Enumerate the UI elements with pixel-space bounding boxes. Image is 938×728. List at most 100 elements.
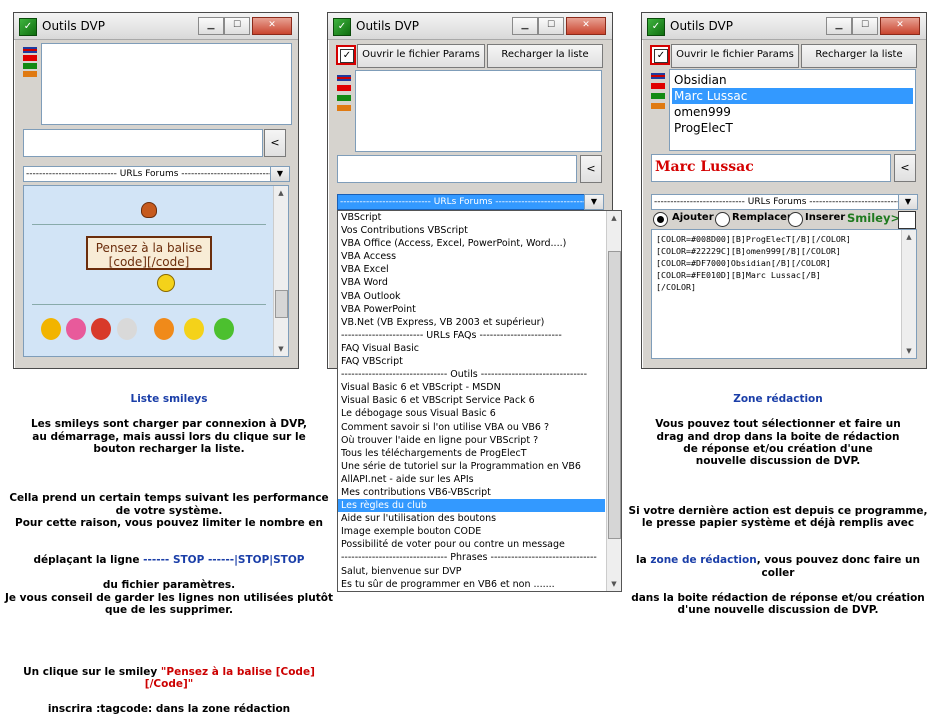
- dropdown-item[interactable]: Aide sur l'utilisation des boutons: [338, 512, 605, 525]
- member-item[interactable]: Marc Lussac: [672, 88, 913, 104]
- dropdown-item[interactable]: VB.Net (VB Express, VB 2003 et supérieur…: [338, 316, 605, 329]
- chevron-down-icon[interactable]: ▼: [898, 194, 918, 210]
- members-list[interactable]: Obsidian Marc Lussac omen999 ProgElecT: [669, 69, 916, 151]
- open-params-button[interactable]: Ouvrir le fichier Params: [671, 44, 799, 68]
- flag-uk-icon[interactable]: [23, 47, 37, 53]
- maximize-button[interactable]: ☐: [224, 17, 250, 35]
- member-item[interactable]: omen999: [672, 104, 913, 120]
- smiley-icon[interactable]: [66, 318, 86, 340]
- smiley-icon[interactable]: [184, 318, 204, 340]
- radio-replace[interactable]: [715, 212, 730, 227]
- dropdown-item[interactable]: Où trouver l'aide en ligne pour VBScript…: [338, 434, 605, 447]
- minimize-button[interactable]: ▁: [512, 17, 538, 35]
- dropdown-item[interactable]: Tous les téléchargements de ProgElecT: [338, 447, 605, 460]
- caption-left-p4-pre: Un clique sur le smiley: [23, 665, 161, 678]
- name-field[interactable]: [23, 129, 263, 157]
- dropdown-item[interactable]: Visual Basic 6 et VBScript - MSDN: [338, 381, 605, 394]
- urls-combo[interactable]: ---------------------------- URLs Forums…: [651, 194, 905, 210]
- reload-list-button[interactable]: Recharger la liste: [487, 44, 603, 68]
- member-item[interactable]: ProgElecT: [672, 120, 913, 136]
- dropdown-item[interactable]: Salut, bienvenue sur DVP: [338, 565, 605, 578]
- flag-orange-icon[interactable]: [651, 103, 665, 109]
- toggle-checkbox[interactable]: ✓: [650, 45, 670, 65]
- insert-button[interactable]: <: [264, 129, 286, 157]
- dropdown-item[interactable]: Visual Basic 6 et VBScript Service Pack …: [338, 394, 605, 407]
- urls-combo[interactable]: ---------------------------- URLs Forums…: [23, 166, 277, 182]
- scroll-thumb[interactable]: [275, 290, 288, 318]
- scroll-down-icon[interactable]: ▼: [274, 342, 288, 356]
- maximize-button[interactable]: ☐: [538, 17, 564, 35]
- name-field[interactable]: Marc Lussac: [651, 154, 891, 182]
- reload-list-button[interactable]: Recharger la liste: [801, 44, 917, 68]
- dropdown-item[interactable]: ------------------------------- Outils -…: [338, 368, 605, 381]
- open-params-button[interactable]: Ouvrir le fichier Params: [357, 44, 485, 68]
- chevron-down-icon[interactable]: ▼: [270, 166, 290, 182]
- flag-orange-icon[interactable]: [337, 105, 351, 111]
- scroll-down-icon[interactable]: ▼: [902, 344, 916, 358]
- flag-red-icon[interactable]: [23, 55, 37, 61]
- insert-button[interactable]: <: [894, 154, 916, 182]
- smiley-icon[interactable]: [117, 318, 137, 340]
- close-button[interactable]: ✕: [252, 17, 292, 35]
- dropdown-item[interactable]: FAQ Visual Basic: [338, 342, 605, 355]
- name-field[interactable]: [337, 155, 577, 183]
- scrollbar[interactable]: ▲ ▼: [901, 230, 916, 358]
- dropdown-item[interactable]: VBA Excel: [338, 263, 605, 276]
- scrollbar[interactable]: ▲ ▼: [273, 186, 288, 356]
- shield-smiley-icon[interactable]: [141, 202, 157, 218]
- dropdown-item[interactable]: Vos Contributions VBScript: [338, 224, 605, 237]
- radio-add[interactable]: [653, 212, 668, 227]
- smiley-icon[interactable]: [214, 318, 234, 340]
- editor-area[interactable]: [41, 43, 292, 125]
- dropdown-item[interactable]: VBScript: [338, 211, 605, 224]
- flag-uk-icon[interactable]: [651, 73, 665, 79]
- smiley-icon[interactable]: [91, 318, 111, 340]
- dropdown-item[interactable]: AllAPI.net - aide sur les APIs: [338, 473, 605, 486]
- flag-green-icon[interactable]: [23, 63, 37, 69]
- code-tag-smiley[interactable]: Pensez à la balise [code][/code]: [86, 236, 212, 270]
- dropdown-item[interactable]: Une série de tutoriel sur la Programmati…: [338, 460, 605, 473]
- flag-green-icon[interactable]: [337, 95, 351, 101]
- dropdown-item[interactable]: ------------------------------- Phrases …: [338, 551, 605, 564]
- chevron-down-icon[interactable]: ▼: [584, 194, 604, 210]
- smiley-preview[interactable]: [898, 211, 916, 229]
- dropdown-item[interactable]: VBA Word: [338, 276, 605, 289]
- dropdown-item[interactable]: Le débogage sous Visual Basic 6: [338, 407, 605, 420]
- close-button[interactable]: ✕: [566, 17, 606, 35]
- flag-orange-icon[interactable]: [23, 71, 37, 77]
- member-item[interactable]: Obsidian: [672, 72, 913, 88]
- toggle-checkbox[interactable]: ✓: [336, 45, 356, 65]
- editor-area[interactable]: [COLOR=#008D00][B]ProgElecT[/B][/COLOR] […: [651, 229, 917, 359]
- scroll-up-icon[interactable]: ▲: [902, 230, 916, 244]
- scroll-up-icon[interactable]: ▲: [607, 211, 621, 225]
- dropdown-item[interactable]: Mes contributions VB6-VBScript: [338, 486, 605, 499]
- radio-insert[interactable]: [788, 212, 803, 227]
- dropdown-item[interactable]: Comment savoir si l'on utilise VBA ou VB…: [338, 421, 605, 434]
- flag-uk-icon[interactable]: [337, 75, 351, 81]
- insert-button[interactable]: <: [580, 155, 602, 183]
- dropdown-item[interactable]: Les règles du club: [338, 499, 605, 513]
- dropdown-item[interactable]: VBA Outlook: [338, 290, 605, 303]
- maximize-button[interactable]: ☐: [852, 17, 878, 35]
- dropdown-item[interactable]: VBA PowerPoint: [338, 303, 605, 316]
- flag-green-icon[interactable]: [651, 93, 665, 99]
- dropdown-item[interactable]: Image exemple bouton CODE: [338, 525, 605, 538]
- urls-combo[interactable]: ---------------------------- URLs Forums…: [337, 194, 591, 210]
- dropdown-item[interactable]: Es tu sûr de programmer en VB6 et non ..…: [338, 578, 605, 591]
- smiley-icon[interactable]: [154, 318, 174, 340]
- scroll-up-icon[interactable]: ▲: [274, 186, 288, 200]
- close-button[interactable]: ✕: [880, 17, 920, 35]
- flag-red-icon[interactable]: [651, 83, 665, 89]
- dropdown-item[interactable]: FAQ VBScript: [338, 355, 605, 368]
- dropdown-item[interactable]: VBA Access: [338, 250, 605, 263]
- urls-dropdown-list[interactable]: VBScript Vos Contributions VBScript VBA Of…: [337, 210, 622, 592]
- dropdown-item[interactable]: ------------------------ URLs FAQs -----…: [338, 329, 605, 342]
- editor-area[interactable]: [355, 70, 602, 152]
- flag-red-icon[interactable]: [337, 85, 351, 91]
- minimize-button[interactable]: ▁: [826, 17, 852, 35]
- dropdown-item[interactable]: VBA Office (Access, Excel, PowerPoint, W…: [338, 237, 605, 250]
- minimize-button[interactable]: ▁: [198, 17, 224, 35]
- smiley-icon[interactable]: [41, 318, 61, 340]
- dropdown-item[interactable]: Possibilité de voter pour ou contre un m…: [338, 538, 605, 551]
